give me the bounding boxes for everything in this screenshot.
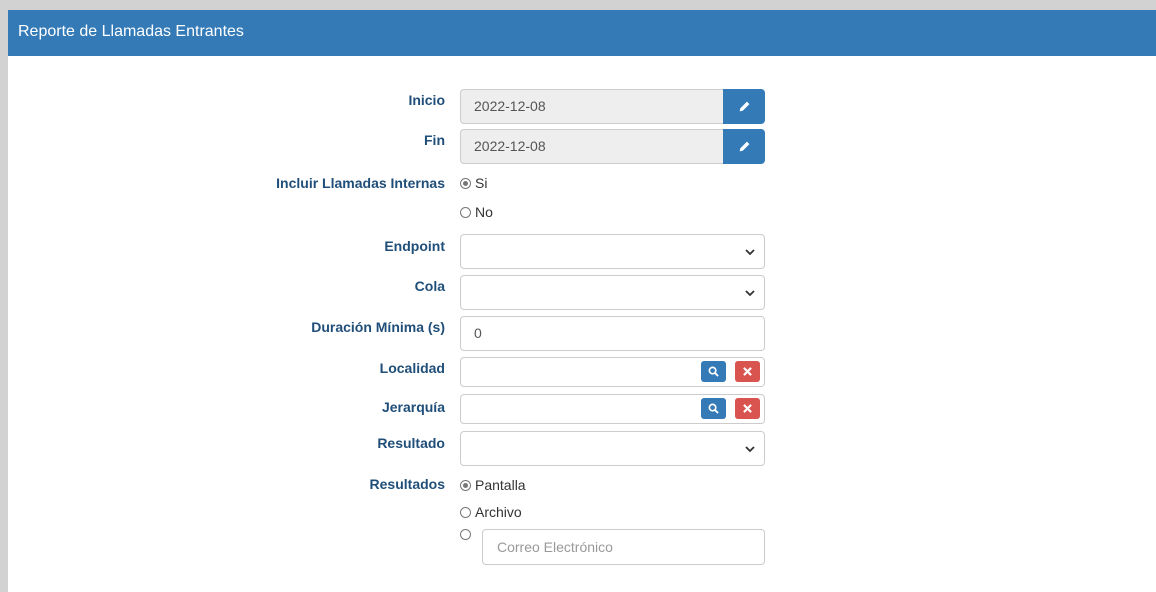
- radio-no-label: No: [475, 204, 493, 220]
- fin-edit-button[interactable]: [723, 129, 765, 164]
- fin-label: Fin: [424, 132, 445, 148]
- endpoint-label: Endpoint: [384, 238, 445, 254]
- resultados-option-archivo[interactable]: Archivo: [460, 504, 522, 520]
- pencil-icon: [739, 141, 749, 152]
- inicio-label: Inicio: [408, 92, 445, 108]
- resultados-option-pantalla[interactable]: Pantalla: [460, 477, 526, 493]
- panel-header: Reporte de Llamadas Entrantes: [8, 10, 1156, 56]
- jerarquia-search-button[interactable]: [701, 398, 726, 419]
- radio-archivo[interactable]: [460, 506, 471, 518]
- chevron-down-icon: [745, 248, 755, 255]
- localidad-search-button[interactable]: [701, 361, 726, 382]
- radio-pantalla[interactable]: [460, 479, 471, 491]
- localidad-clear-button[interactable]: [735, 361, 760, 382]
- resultados-label: Resultados: [369, 476, 445, 492]
- search-icon: [708, 366, 719, 377]
- email-placeholder: Correo Electrónico: [497, 539, 613, 555]
- jerarquia-label: Jerarquía: [381, 399, 445, 415]
- chevron-down-icon: [745, 445, 755, 452]
- radio-si[interactable]: [460, 177, 471, 189]
- radio-archivo-label: Archivo: [475, 504, 522, 520]
- cola-label: Cola: [414, 278, 445, 294]
- resultados-option-email[interactable]: [460, 529, 475, 540]
- duracion-label: Duración Mínima (s): [311, 319, 445, 335]
- panel-title: Reporte de Llamadas Entrantes: [18, 23, 244, 40]
- radio-si-label: Si: [475, 175, 488, 191]
- resultado-label: Resultado: [377, 435, 445, 451]
- resultado-select[interactable]: [460, 431, 765, 466]
- cola-select[interactable]: [460, 275, 765, 310]
- endpoint-select[interactable]: [460, 234, 765, 269]
- jerarquia-clear-button[interactable]: [735, 398, 760, 419]
- pencil-icon: [739, 101, 749, 112]
- radio-email[interactable]: [460, 529, 471, 540]
- fin-date-input[interactable]: 2022-12-08: [460, 129, 727, 164]
- times-icon: [743, 404, 752, 413]
- inicio-date-input[interactable]: 2022-12-08: [460, 89, 727, 124]
- radio-pantalla-label: Pantalla: [475, 477, 526, 493]
- localidad-label: Localidad: [379, 360, 445, 376]
- duracion-input[interactable]: 0: [460, 316, 765, 351]
- internas-option-si[interactable]: Si: [460, 175, 487, 191]
- search-icon: [708, 403, 719, 414]
- report-panel: Reporte de Llamadas Entrantes Inicio 202…: [8, 10, 1156, 592]
- internas-option-no[interactable]: No: [460, 204, 493, 220]
- email-input[interactable]: Correo Electrónico: [482, 529, 765, 565]
- inicio-edit-button[interactable]: [723, 89, 765, 124]
- radio-no[interactable]: [460, 206, 471, 218]
- chevron-down-icon: [745, 289, 755, 296]
- internas-label: Incluir Llamadas Internas: [276, 175, 445, 191]
- times-icon: [743, 367, 752, 376]
